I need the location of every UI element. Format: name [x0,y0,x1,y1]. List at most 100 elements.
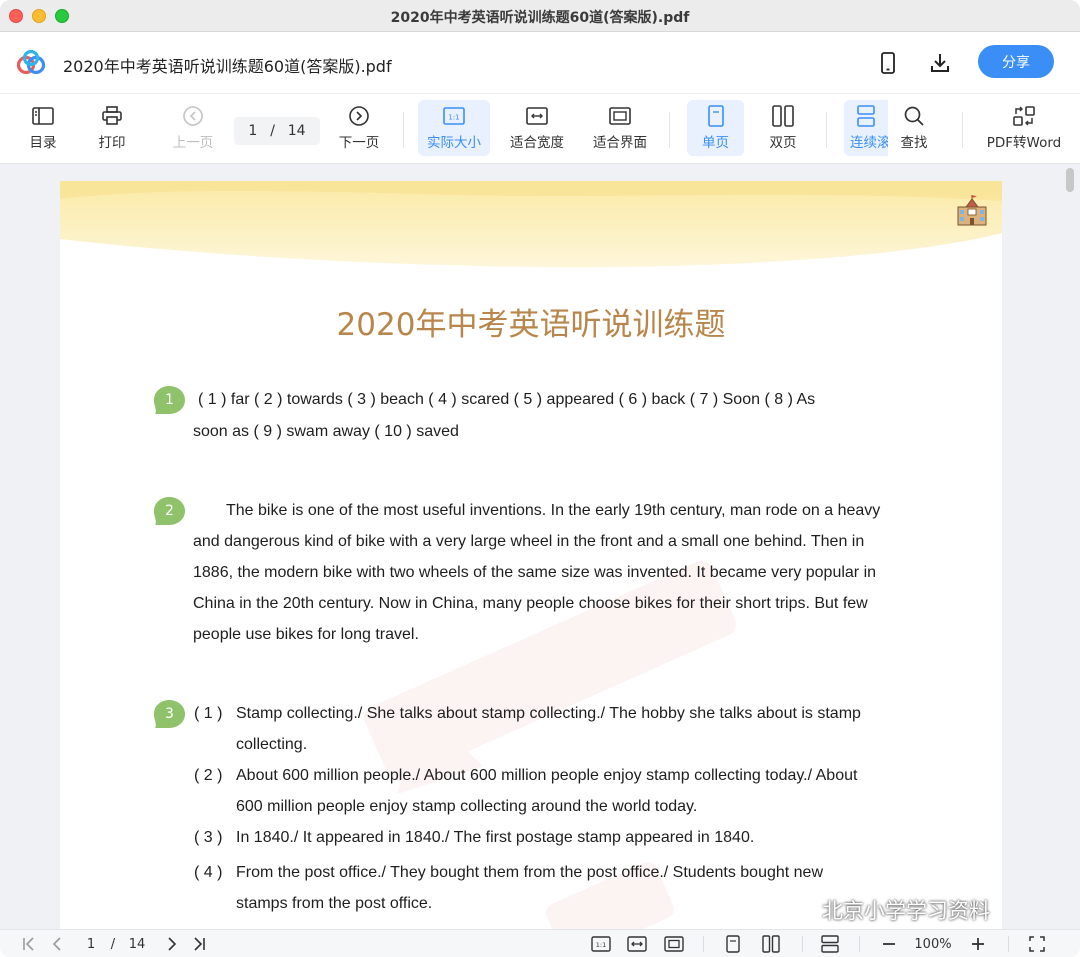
chevron-left-circle-icon [182,102,204,130]
answer-line: About 600 million people./ About 600 mil… [236,767,858,784]
fit-width-icon[interactable] [626,934,648,954]
answer-line: 600 million people enjoy stamp collectin… [236,798,698,815]
toolbar-divider [403,112,404,148]
next-page-button[interactable]: 下一页 [334,100,384,156]
pdf-page: 2020年中考英语听说训练题 1 ( 1 ) far ( 2 ) towards… [60,181,1002,929]
print-label: 打印 [98,135,126,151]
zoom-level[interactable]: 100% [910,934,956,954]
toc-button[interactable]: 目录 [22,100,64,156]
mobile-icon[interactable] [875,50,901,76]
double-page-label: 双页 [769,135,797,151]
svg-text:1:1: 1:1 [448,114,459,122]
wechat-icon [786,899,815,921]
zoom-in-icon[interactable] [968,934,988,954]
fullscreen-icon[interactable] [1027,934,1047,954]
app-logo-icon [16,50,46,75]
page-header-banner [60,181,1002,268]
fit-page-button[interactable]: 适合界面 [588,100,652,156]
status-divider [703,936,704,952]
continuous-scroll-button[interactable]: 连续滚 [844,100,888,156]
answer-line: ( 1 ) far ( 2 ) towards ( 3 ) beach ( 4 … [198,391,816,408]
pdf-to-word-button[interactable]: PDF转Word [984,100,1064,156]
single-page-icon[interactable] [723,934,743,954]
toolbar-divider [962,112,963,148]
svg-text:1:1: 1:1 [596,941,606,949]
paragraph-line: people use bikes for long travel. [193,626,419,643]
pdf-to-word-label: PDF转Word [986,135,1062,151]
find-label: 查找 [900,135,928,151]
last-page-icon[interactable] [190,934,208,954]
school-icon [957,195,987,226]
page-separator: / [270,123,275,139]
next-page-icon[interactable] [162,934,180,954]
next-page-label: 下一页 [338,135,380,151]
answer-line: collecting. [236,736,308,753]
fit-page-icon[interactable] [663,934,685,954]
fit-page-label: 适合界面 [593,135,647,151]
double-page-icon [772,102,794,130]
actual-size-icon: 1:1 [443,102,465,130]
answer-line: stamps from the post office. [236,895,433,912]
question-number-badge: 2 [153,496,186,526]
sidebar-icon [32,102,54,130]
current-page: 1 [248,123,258,139]
actual-size-button[interactable]: 1:1 实际大小 [418,100,490,156]
status-divider [802,936,803,952]
total-pages: 14 [287,123,306,139]
toolbar: 目录 打印 上一页 1 / 14 下一页 1:1 实际大小 适合宽度 适合界面 … [0,94,1080,164]
double-page-icon[interactable] [760,934,782,954]
fit-width-button[interactable]: 适合宽度 [505,100,569,156]
paragraph-line: China in the 20th century. Now in China,… [193,595,868,612]
document-header: 2020年中考英语听说训练题60道(答案版).pdf 分享 [0,32,1080,94]
paragraph-line: The bike is one of the most useful inven… [226,502,881,519]
window-title: 2020年中考英语听说训练题60道(答案版).pdf [390,10,690,26]
continuous-scroll-icon[interactable] [819,934,841,954]
sub-question-number: ( 2 ) [194,767,223,784]
vertical-scrollbar[interactable] [1066,168,1074,192]
fit-width-label: 适合宽度 [510,135,564,151]
prev-page-icon[interactable] [49,934,67,954]
page-title: 2020年中考英语听说训练题 [336,307,726,343]
continuous-scroll-icon [856,102,876,130]
download-icon[interactable] [927,50,953,76]
status-divider [1008,936,1009,952]
actual-size-label: 实际大小 [427,135,481,151]
answer-line: From the post office./ They bought them … [236,864,824,881]
printer-icon [101,102,123,130]
first-page-icon[interactable] [20,934,38,954]
wechat-watermark: 北京小学学习资料 [786,895,990,925]
fit-page-icon [609,102,631,130]
title-bar: 2020年中考英语听说训练题60道(答案版).pdf [0,0,1080,32]
print-button[interactable]: 打印 [91,100,133,156]
sub-question-number: ( 3 ) [194,829,223,846]
single-page-label: 单页 [702,135,729,151]
question-number-badge: 1 [153,385,186,415]
status-bar: 1 / 14 1:1 100% [0,929,1080,957]
document-title: 2020年中考英语听说训练题60道(答案版).pdf [63,57,392,76]
chevron-right-circle-icon [348,102,370,130]
status-page-separator: / [110,936,116,952]
actual-size-icon[interactable]: 1:1 [590,934,612,954]
page-input[interactable]: 1 / 14 [234,117,320,145]
continuous-scroll-label: 连续滚 [850,135,888,151]
toolbar-divider [826,112,827,148]
convert-icon [1013,102,1035,130]
document-viewer[interactable]: 2020年中考英语听说训练题 1 ( 1 ) far ( 2 ) towards… [0,164,1080,929]
search-icon [903,102,925,130]
single-page-icon [707,102,725,130]
find-button[interactable]: 查找 [892,100,936,156]
question-number-badge: 3 [153,699,186,729]
paragraph-line: 1886, the modern bike with two wheels of… [193,564,877,581]
prev-page-button[interactable]: 上一页 [168,100,218,156]
prev-page-label: 上一页 [172,135,214,151]
double-page-button[interactable]: 双页 [757,100,809,156]
sub-question-number: ( 1 ) [194,705,223,722]
status-divider [859,936,860,952]
share-button[interactable]: 分享 [978,45,1054,78]
fit-width-icon [526,102,548,130]
answer-line: soon as ( 9 ) swam away ( 10 ) saved [193,423,459,440]
zoom-out-icon[interactable] [879,934,899,954]
status-current-page[interactable]: 1 [82,934,100,954]
single-page-button[interactable]: 单页 [687,100,744,156]
sub-question-number: ( 4 ) [194,864,223,881]
